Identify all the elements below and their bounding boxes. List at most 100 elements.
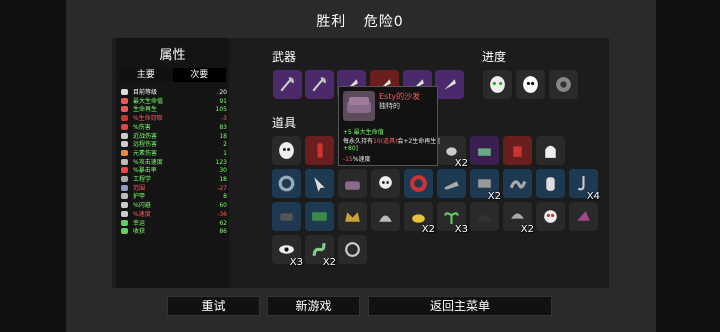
item-slot[interactable] [470,202,499,231]
stat-value: 91 [219,97,227,105]
item-slot[interactable] [437,169,466,198]
stat-icon [121,141,128,148]
stat-icon [121,89,128,95]
tab-secondary[interactable]: 次要 [172,68,226,82]
left-letterbox [0,0,66,332]
stat-icon [121,97,128,104]
progress-slot-3[interactable] [549,70,578,99]
worm-icon [509,180,527,189]
stat-row: 最大生命值 91 [121,97,227,106]
stat-icon [121,149,128,156]
item-slot[interactable] [305,169,334,198]
stat-row: 元素伤害 1 [121,149,227,158]
stat-icon [121,115,128,122]
stat-label: 范围 [133,184,146,192]
item-slot[interactable]: X2 [470,169,501,202]
item-slot[interactable] [503,169,532,198]
tooltip-line-2c: 会+2生命再生 [ [397,138,441,145]
item-slot[interactable]: X3 [437,202,468,235]
item-slot[interactable]: X2 [404,202,435,235]
stat-icon [121,193,128,200]
result-label: 胜利 [316,14,347,30]
item-slot[interactable] [536,169,565,198]
item-slot[interactable] [338,169,367,198]
stat-value: 2 [223,141,227,149]
shell-icon [379,215,392,222]
stat-label: 远程伤害 [133,141,158,149]
progress-slot-2[interactable] [516,70,545,99]
tab-primary[interactable]: 主要 [119,68,173,82]
item-slot[interactable] [404,169,433,198]
stats-tabs: 主要 次要 [119,68,226,82]
new-game-button[interactable]: 新游戏 [267,296,360,316]
item-slot[interactable] [536,136,565,165]
mask-icon [544,210,557,223]
weapon-slot-6[interactable] [435,70,464,99]
item-count-badge: X2 [487,191,501,202]
retry-button[interactable]: 重试 [167,296,260,316]
item-slot[interactable] [338,202,367,231]
item-count-badge: X3 [289,257,303,268]
item-slot[interactable] [305,202,334,231]
item-slot[interactable]: X4 [569,169,600,202]
coil-icon [345,242,360,257]
weapon-slot-axe[interactable] [273,70,302,99]
stat-icon [121,176,128,182]
stat-icon [121,106,128,113]
item-slot[interactable] [272,202,301,231]
disc-icon [556,77,571,92]
axe-icon [280,77,294,92]
sofa-icon [347,97,371,113]
tooltip-line-1-text: +5 最大生命值 [343,129,384,136]
stat-value: 62 [219,219,227,227]
items-heading: 道具 [272,116,297,130]
item-slot[interactable]: X3 [272,235,303,268]
stat-row: %暴击率 30 [121,166,227,175]
ring-icon [278,175,295,192]
cursor-icon [314,177,325,192]
danger-label: 危险0 [363,14,404,30]
right-letterbox [656,0,720,332]
item-slot[interactable]: X2 [503,202,534,235]
item-slot[interactable] [338,235,367,264]
stat-row: 范围 -27 [121,184,227,193]
item-slot[interactable] [305,136,334,165]
item-tooltip: Esty的沙发 独特的 +5 最大生命值 每永久持有10(道具)会+2生命再生 … [338,86,441,166]
stat-value: 18 [219,176,227,183]
stat-value: 1 [223,149,227,157]
stat-icon [121,132,128,139]
stat-row: 远程伤害 2 [121,140,227,149]
weapon-slot-axe-2[interactable] [305,70,334,99]
tooltip-line-2a: 每永久持有 [343,138,374,145]
axe-icon [312,77,326,92]
stat-icon [121,202,128,209]
dome-icon [477,214,492,222]
stats-title: 属性 [159,48,186,63]
stat-icon [121,210,128,217]
hat-icon [577,211,590,221]
item-slot[interactable] [536,202,565,231]
item-slot[interactable] [503,136,532,165]
item-slot[interactable]: X2 [437,136,468,169]
item-slot[interactable] [371,202,400,231]
main-menu-button[interactable]: 返回主菜单 [368,296,552,316]
sofa-item-image [343,91,375,121]
stat-label: 工程学 [133,176,152,183]
item-count-badge: X2 [454,158,468,169]
item-slot[interactable] [272,169,301,198]
stat-value: 30 [219,167,227,175]
tooltip-line-3: +80] [343,145,359,152]
stat-label: %伤害 [133,123,151,131]
item-count-badge: X2 [520,224,534,235]
stat-value: 83 [219,123,227,131]
item-slot[interactable] [470,136,499,165]
stat-label: 护甲 [133,193,146,201]
item-slot[interactable]: X2 [305,235,336,268]
item-slot[interactable] [371,169,400,198]
progress-slot-1[interactable] [483,70,512,99]
stat-icon [121,123,128,130]
crown-icon [345,212,360,222]
item-slot[interactable] [272,136,301,165]
item-slot[interactable] [569,202,598,231]
stat-value: -3 [221,115,227,123]
